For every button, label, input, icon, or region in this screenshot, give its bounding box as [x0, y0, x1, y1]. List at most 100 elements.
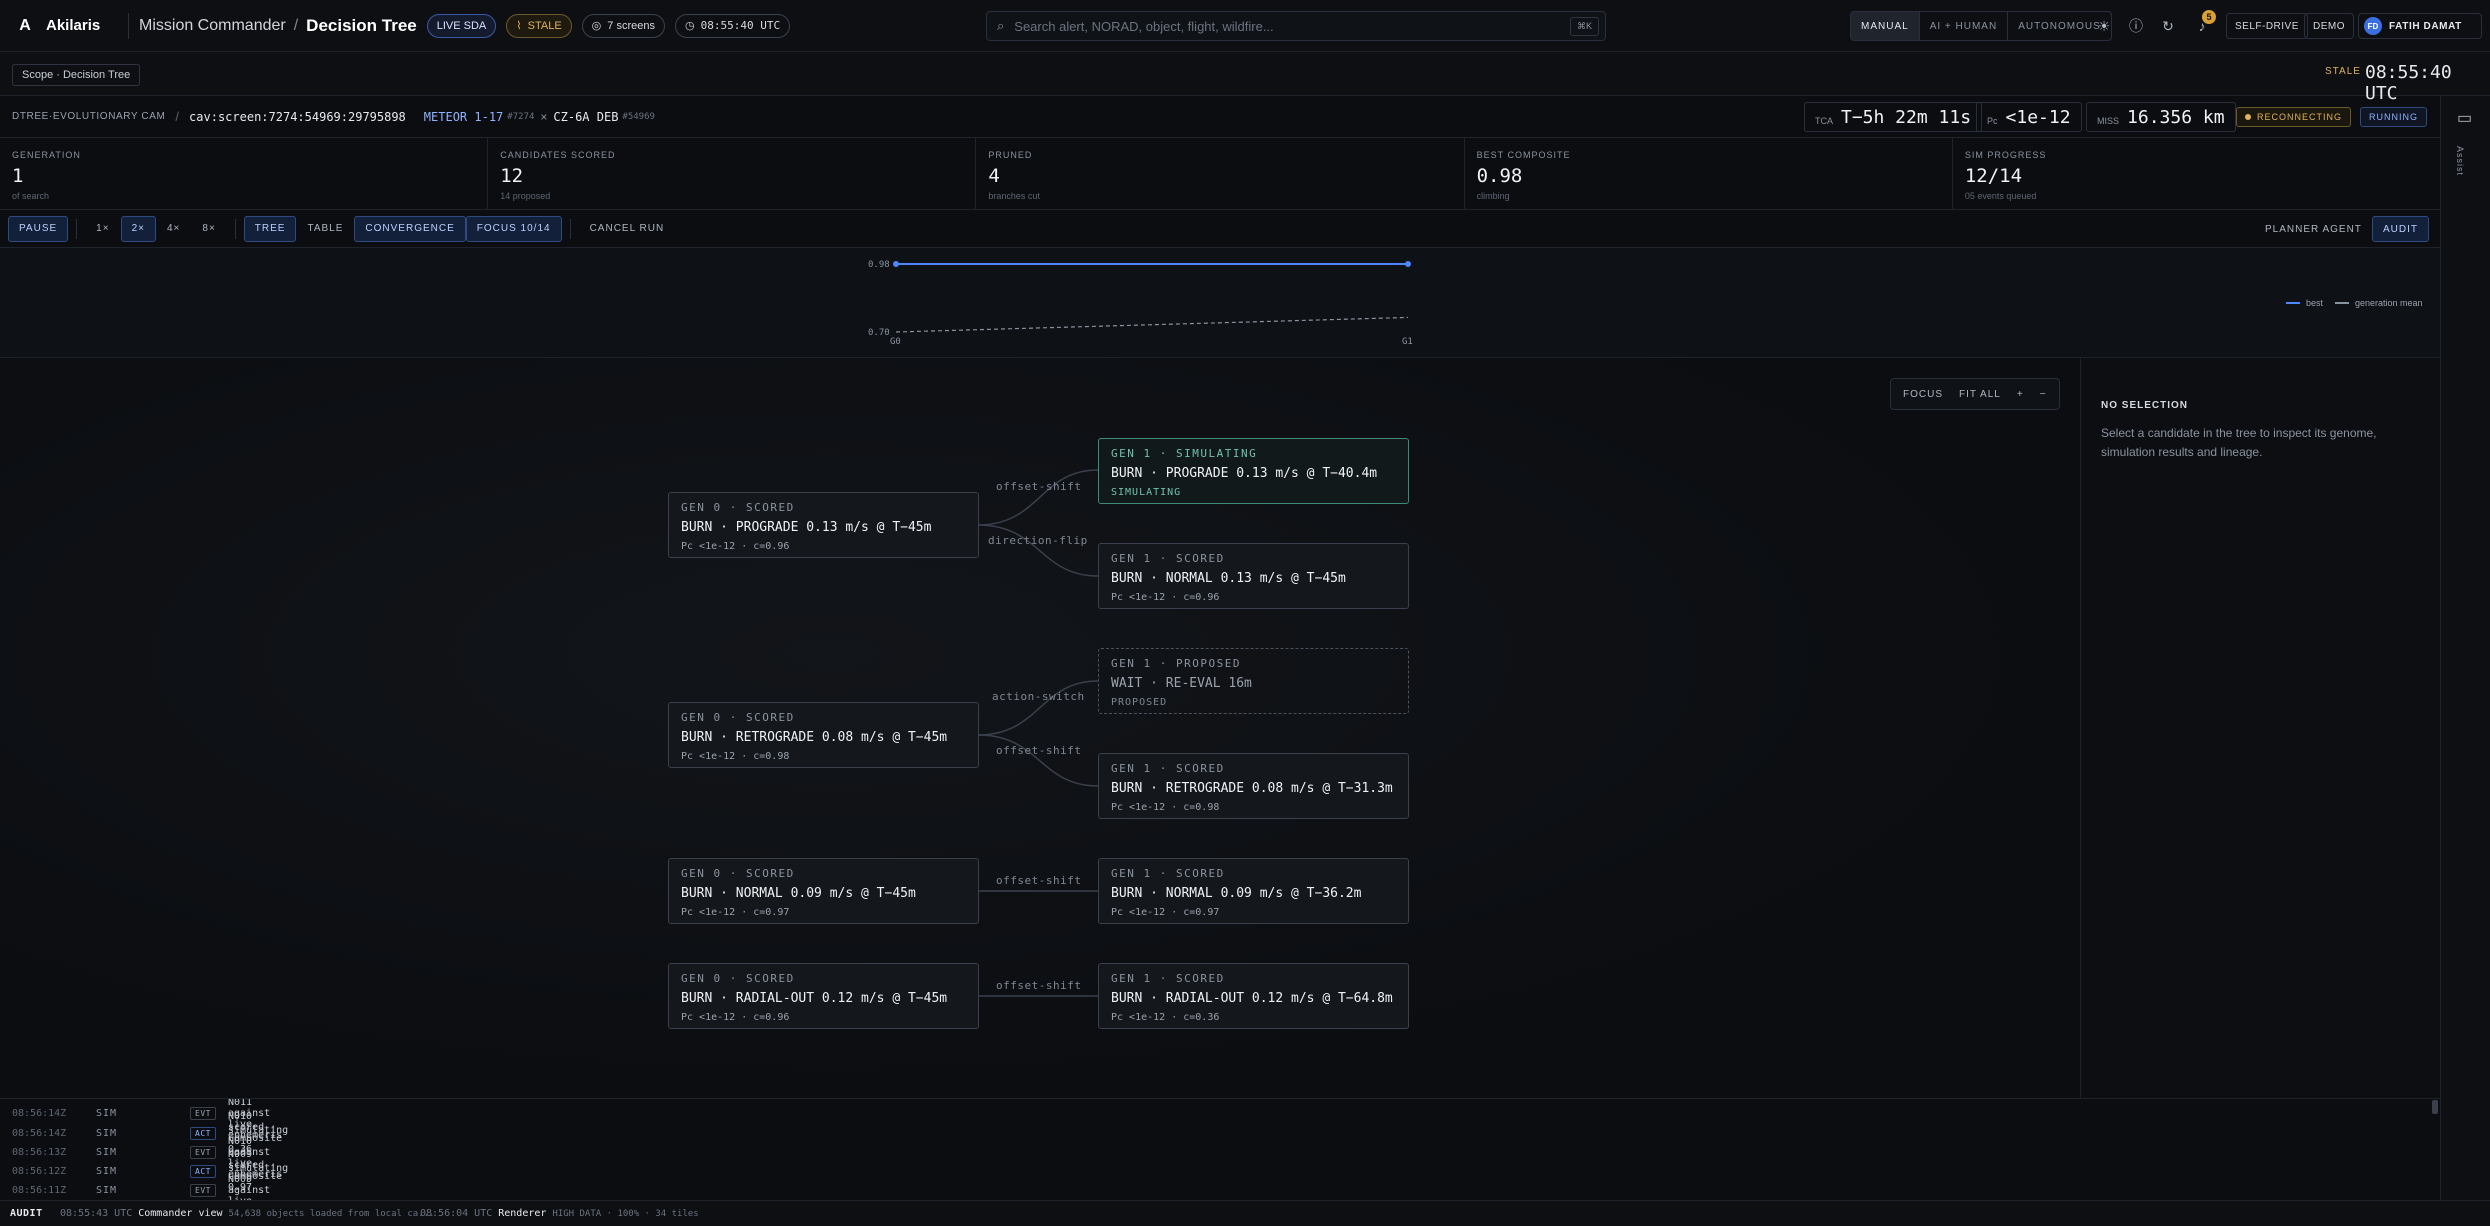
theme-toggle-icon[interactable]: ☀ [2092, 14, 2116, 38]
screens-icon: ◎ [591, 20, 602, 32]
mode-ai-human[interactable]: AI + HUMAN [1920, 12, 2009, 40]
node-gen: GEN 0 · SCORED [681, 867, 795, 880]
tree-node[interactable]: GEN 1 · SCORED BURN · RADIAL-OUT 0.12 m/… [1098, 963, 1409, 1029]
y-tick-label: 0.70 [868, 328, 890, 338]
node-sub: SIMULATING [1111, 487, 1182, 498]
node-sub: Pc <1e-12 · c=0.97 [1111, 907, 1220, 918]
speed-1x-button[interactable]: 1× [85, 216, 120, 242]
edge-label: offset-shift [996, 874, 1082, 887]
assist-label[interactable]: Assist [2455, 146, 2465, 176]
log-scrollbar[interactable] [2432, 1100, 2438, 1114]
clock-time: 08:55:40 UTC [700, 19, 781, 32]
log-time: 08:56:14Z [12, 1127, 67, 1139]
canvas-focus-button[interactable]: FOCUS [1895, 389, 1951, 400]
node-sub: Pc <1e-12 · c=0.96 [1111, 592, 1220, 603]
demo-button[interactable]: DEMO [2304, 13, 2354, 39]
secondary-object[interactable]: CZ-6A DEB [553, 110, 618, 124]
stale-label: STALE [2325, 66, 2361, 77]
node-title: WAIT · RE-EVAL 16m [1111, 676, 1252, 691]
node-title: BURN · PROGRADE 0.13 m/s @ T−45m [681, 520, 932, 535]
search-input[interactable] [1004, 18, 1570, 34]
run-controls: PAUSE 1× 2× 4× 8× TREE TABLE CONVERGENCE… [0, 210, 2440, 248]
convergence-panel: 0.98 0.70 G0 G1 [0, 248, 2440, 358]
log-source: SIM [96, 1107, 118, 1119]
legend-best: best [2306, 298, 2324, 308]
metric-value: 1 [12, 165, 24, 187]
primary-object[interactable]: METEOR 1-17 [424, 110, 503, 124]
scope-chip[interactable]: Scope · Decision Tree [12, 64, 141, 86]
legend-swatch-best [2286, 302, 2300, 304]
footer-event-2: 08:56:04 UTC Renderer HIGH DATA · 100% ·… [420, 1208, 699, 1219]
mission-id[interactable]: cav:screen:7274:54969:29795898 [189, 110, 406, 124]
metric-sub: branches cut [988, 191, 1040, 201]
chat-icon[interactable]: ▭ [2457, 108, 2472, 128]
footer-detail: HIGH DATA · 100% · 34 tiles [552, 1208, 699, 1219]
breadcrumb-parent[interactable]: Mission Commander [139, 17, 286, 35]
refresh-icon[interactable]: ↻ [2156, 14, 2180, 38]
node-sub: Pc <1e-12 · c=0.96 [681, 541, 790, 552]
breadcrumb-separator: / [293, 16, 299, 34]
convergence-toggle[interactable]: CONVERGENCE [354, 215, 466, 242]
metric-sub: 14 proposed [500, 191, 551, 201]
self-drive-button[interactable]: SELF-DRIVE [2226, 13, 2308, 39]
notification-count: 5 [2202, 10, 2216, 24]
tree-node[interactable]: GEN 1 · PROPOSED WAIT · RE-EVAL 16m PROP… [1098, 648, 1409, 714]
tree-node[interactable]: GEN 1 · SCORED BURN · RETROGRADE 0.08 m/… [1098, 753, 1409, 819]
node-sub: PROPOSED [1111, 697, 1168, 708]
tca-box: TCA T−5h 22m 11s [1804, 102, 1983, 132]
brand[interactable]: A Akilaris [0, 15, 118, 37]
footer-name: Renderer [498, 1208, 547, 1219]
user-menu[interactable]: FD FATIH DAMAT [2358, 13, 2482, 39]
audit-button[interactable]: AUDIT [2372, 216, 2429, 242]
x-tick-label: G0 [890, 337, 901, 347]
metric-sub: 05 events queued [1964, 191, 2037, 201]
help-icon[interactable]: ⓘ [2124, 14, 2148, 38]
fit-all-button[interactable]: FIT ALL [1951, 389, 2009, 400]
speed-2x-button[interactable]: 2× [120, 215, 156, 242]
stale-badge[interactable]: ⌇ STALE [506, 13, 572, 38]
zoom-in-button[interactable]: + [2009, 389, 2032, 400]
log-time: 08:56:11Z [12, 1184, 67, 1196]
edge-label: direction-flip [988, 534, 1088, 547]
table-view-button[interactable]: TABLE [296, 216, 354, 242]
node-gen: GEN 1 · SCORED [1111, 867, 1225, 880]
zoom-out-button[interactable]: − [2032, 389, 2055, 400]
tree-node[interactable]: GEN 0 · SCORED BURN · RETROGRADE 0.08 m/… [668, 702, 979, 768]
speed-4x-button[interactable]: 4× [156, 216, 191, 242]
footer-audit[interactable]: AUDIT [10, 1208, 43, 1219]
chart-legend: best generation mean [2286, 298, 2423, 308]
tree-node[interactable]: GEN 1 · SIMULATING BURN · PROGRADE 0.13 … [1098, 438, 1409, 504]
pc-value: <1e-12 [2005, 106, 2071, 128]
tree-node[interactable]: GEN 0 · SCORED BURN · PROGRADE 0.13 m/s … [668, 492, 979, 558]
metric-pruned: PRUNED 4 branches cut [976, 138, 1465, 209]
speed-8x-button[interactable]: 8× [191, 216, 226, 242]
tree-node[interactable]: GEN 0 · SCORED BURN · RADIAL-OUT 0.12 m/… [668, 963, 979, 1029]
tree-node[interactable]: GEN 1 · SCORED BURN · NORMAL 0.13 m/s @ … [1098, 543, 1409, 609]
pause-button[interactable]: PAUSE [8, 215, 69, 242]
global-search[interactable]: ⌕ ⌘K [986, 11, 1606, 41]
tree-edge [977, 734, 1099, 787]
node-gen: GEN 1 · SCORED [1111, 762, 1225, 775]
mode-manual[interactable]: MANUAL [1851, 12, 1920, 40]
planner-agent-button[interactable]: PLANNER AGENT [2254, 216, 2373, 242]
footer-detail: 54,638 objects loaded from local ca... [228, 1208, 435, 1219]
focus-toggle[interactable]: FOCUS 10/14 [465, 215, 562, 242]
screens-badge[interactable]: ◎ 7 screens [581, 13, 665, 38]
tree-node[interactable]: GEN 0 · SCORED BURN · NORMAL 0.09 m/s @ … [668, 858, 979, 924]
cancel-run-button[interactable]: CANCEL RUN [579, 216, 676, 242]
log-time: 08:56:13Z [12, 1146, 67, 1158]
tree-node[interactable]: GEN 1 · SCORED BURN · NORMAL 0.09 m/s @ … [1098, 858, 1409, 924]
miss-value: 16.356 km [2127, 106, 2225, 128]
tree-view-button[interactable]: TREE [243, 215, 297, 242]
scope-bar: Scope · Decision Tree [0, 52, 2490, 96]
node-title: BURN · PROGRADE 0.13 m/s @ T−40.4m [1111, 466, 1378, 481]
node-title: BURN · NORMAL 0.09 m/s @ T−45m [681, 886, 916, 901]
node-sub: Pc <1e-12 · c=0.98 [1111, 802, 1220, 813]
footer-event-1: 08:55:43 UTC Commander view 54,638 objec… [60, 1208, 434, 1219]
node-title: BURN · RADIAL-OUT 0.12 m/s @ T−45m [681, 991, 948, 1006]
event-log[interactable]: 08:56:14Z SIM EVT simulating N011 agains… [0, 1098, 2440, 1200]
app-name: Akilaris [46, 17, 101, 34]
divider [76, 218, 78, 239]
footer-time: 08:55:43 UTC [60, 1208, 133, 1219]
clock-badge: ◷ 08:55:40 UTC [674, 13, 791, 38]
